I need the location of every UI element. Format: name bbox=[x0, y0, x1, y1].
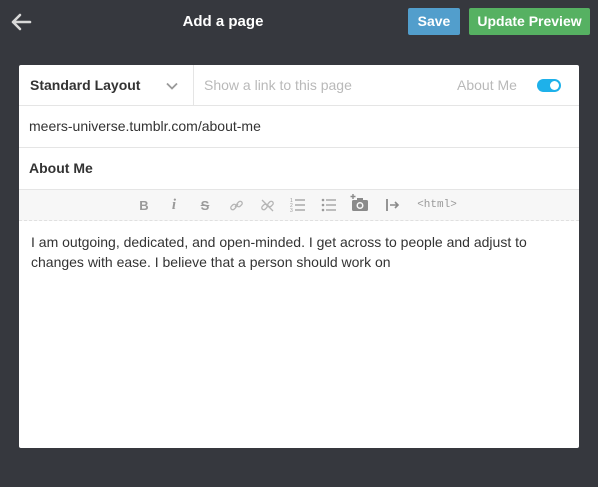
title-row bbox=[19, 148, 579, 190]
toggle-knob bbox=[550, 81, 559, 90]
camera-icon[interactable] bbox=[350, 192, 370, 214]
chevron-down-icon bbox=[166, 79, 178, 97]
ordered-list-icon[interactable]: 1 2 3 bbox=[290, 196, 306, 214]
layout-select[interactable]: Standard Layout bbox=[19, 65, 194, 105]
italic-icon[interactable]: i bbox=[167, 196, 181, 214]
layout-select-value: Standard Layout bbox=[30, 77, 141, 93]
page-editor-card: Standard Layout About Me B i S bbox=[19, 65, 579, 448]
read-more-icon[interactable] bbox=[385, 196, 401, 214]
show-link-label: About Me bbox=[457, 77, 517, 93]
unlink-icon[interactable] bbox=[259, 196, 275, 214]
top-bar: Add a page Save Update Preview bbox=[0, 0, 598, 43]
html-icon[interactable]: <html> bbox=[415, 196, 459, 214]
bold-icon[interactable]: B bbox=[137, 196, 151, 214]
page-title: Add a page bbox=[182, 13, 264, 30]
strikethrough-icon[interactable]: S bbox=[198, 196, 212, 214]
url-row bbox=[19, 106, 579, 148]
unordered-list-icon[interactable] bbox=[321, 196, 337, 214]
show-link-input[interactable] bbox=[204, 75, 444, 95]
editor-body[interactable]: I am outgoing, dedicated, and open-minde… bbox=[31, 232, 561, 272]
show-link-toggle[interactable] bbox=[537, 79, 561, 92]
svg-text:3: 3 bbox=[290, 208, 293, 213]
page-title-field[interactable] bbox=[29, 158, 569, 178]
page-url-field[interactable] bbox=[29, 116, 569, 136]
save-button[interactable]: Save bbox=[408, 8, 460, 35]
editor-toolbar: B i S 1 2 3 <html> bbox=[19, 190, 579, 221]
settings-row: Standard Layout About Me bbox=[19, 65, 579, 106]
link-icon[interactable] bbox=[228, 196, 244, 214]
update-preview-button[interactable]: Update Preview bbox=[469, 8, 590, 35]
